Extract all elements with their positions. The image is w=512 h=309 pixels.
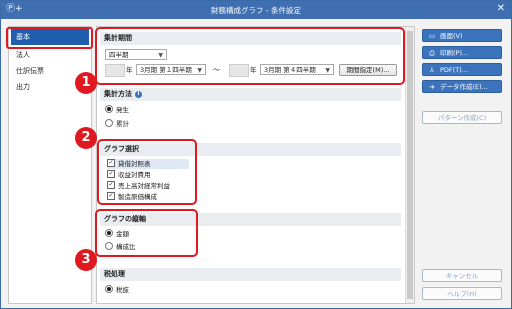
tax-option-label: 税抜 — [116, 286, 129, 294]
annotation-frame-nav — [6, 27, 93, 49]
annotation-badge-2: 2 — [75, 127, 97, 149]
info-icon[interactable]: i — [135, 90, 142, 98]
method-header-label: 集計方法 — [104, 90, 132, 98]
tax-header: 税処理 — [100, 268, 401, 281]
screen-button-label: 画面(V) — [440, 32, 463, 40]
panel-scrollbar[interactable] — [405, 27, 414, 303]
annotation-frame-2 — [97, 139, 197, 205]
monitor-icon: ▭ — [428, 32, 436, 40]
annotation-badge-1: 1 — [75, 72, 97, 94]
method-option-occurrence[interactable]: 発生 — [105, 105, 129, 116]
radio-selected-icon — [105, 105, 113, 113]
data-export-button-label: データ作成(E)... — [440, 83, 488, 91]
pdf-button-label: PDF(T)... — [440, 66, 468, 74]
method-header: 集計方法 i — [100, 88, 401, 101]
cancel-button[interactable]: キャンセル — [422, 269, 502, 282]
printer-icon: ⎙ — [429, 49, 435, 57]
annotation-frame-3 — [95, 209, 198, 257]
export-arrow-icon: ➔ — [429, 83, 435, 91]
print-button-label: 印刷(P)... — [440, 49, 469, 57]
radio-selected-icon — [105, 285, 113, 293]
screen-button[interactable]: ▭ 画面(V) — [422, 29, 502, 42]
window-title: 財務構成グラフ - 条件設定 — [211, 6, 301, 15]
annotation-frame-1 — [95, 27, 405, 85]
method-option-cumulative[interactable]: 累計 — [105, 119, 129, 130]
tax-option-excluded[interactable]: 税抜 — [105, 285, 129, 296]
nav-item-corporation[interactable]: 法人 — [9, 47, 91, 63]
data-export-button[interactable]: ➔ データ作成(E)... — [422, 80, 502, 93]
action-buttons: ▭ 画面(V) ⎙ 印刷(P)... ⅄ PDF(T)... ➔ データ作成(E)...… — [422, 26, 504, 302]
radio-icon — [105, 119, 113, 127]
scrollbar-thumb[interactable] — [407, 31, 413, 299]
close-icon[interactable]: ✕ — [497, 3, 505, 15]
pattern-create-button[interactable]: パターン作成(C) — [422, 111, 502, 124]
print-button[interactable]: ⎙ 印刷(P)... — [422, 46, 502, 59]
help-button[interactable]: ヘルプ(H) — [422, 287, 502, 300]
title-bar: Ⓟ+ 財務構成グラフ - 条件設定 ✕ — [1, 1, 511, 19]
pdf-button[interactable]: ⅄ PDF(T)... — [422, 63, 502, 76]
method-option-label: 発生 — [116, 106, 129, 114]
annotation-badge-3: 3 — [75, 249, 97, 271]
method-option-label: 累計 — [116, 120, 129, 128]
pdf-icon: ⅄ — [430, 66, 434, 74]
